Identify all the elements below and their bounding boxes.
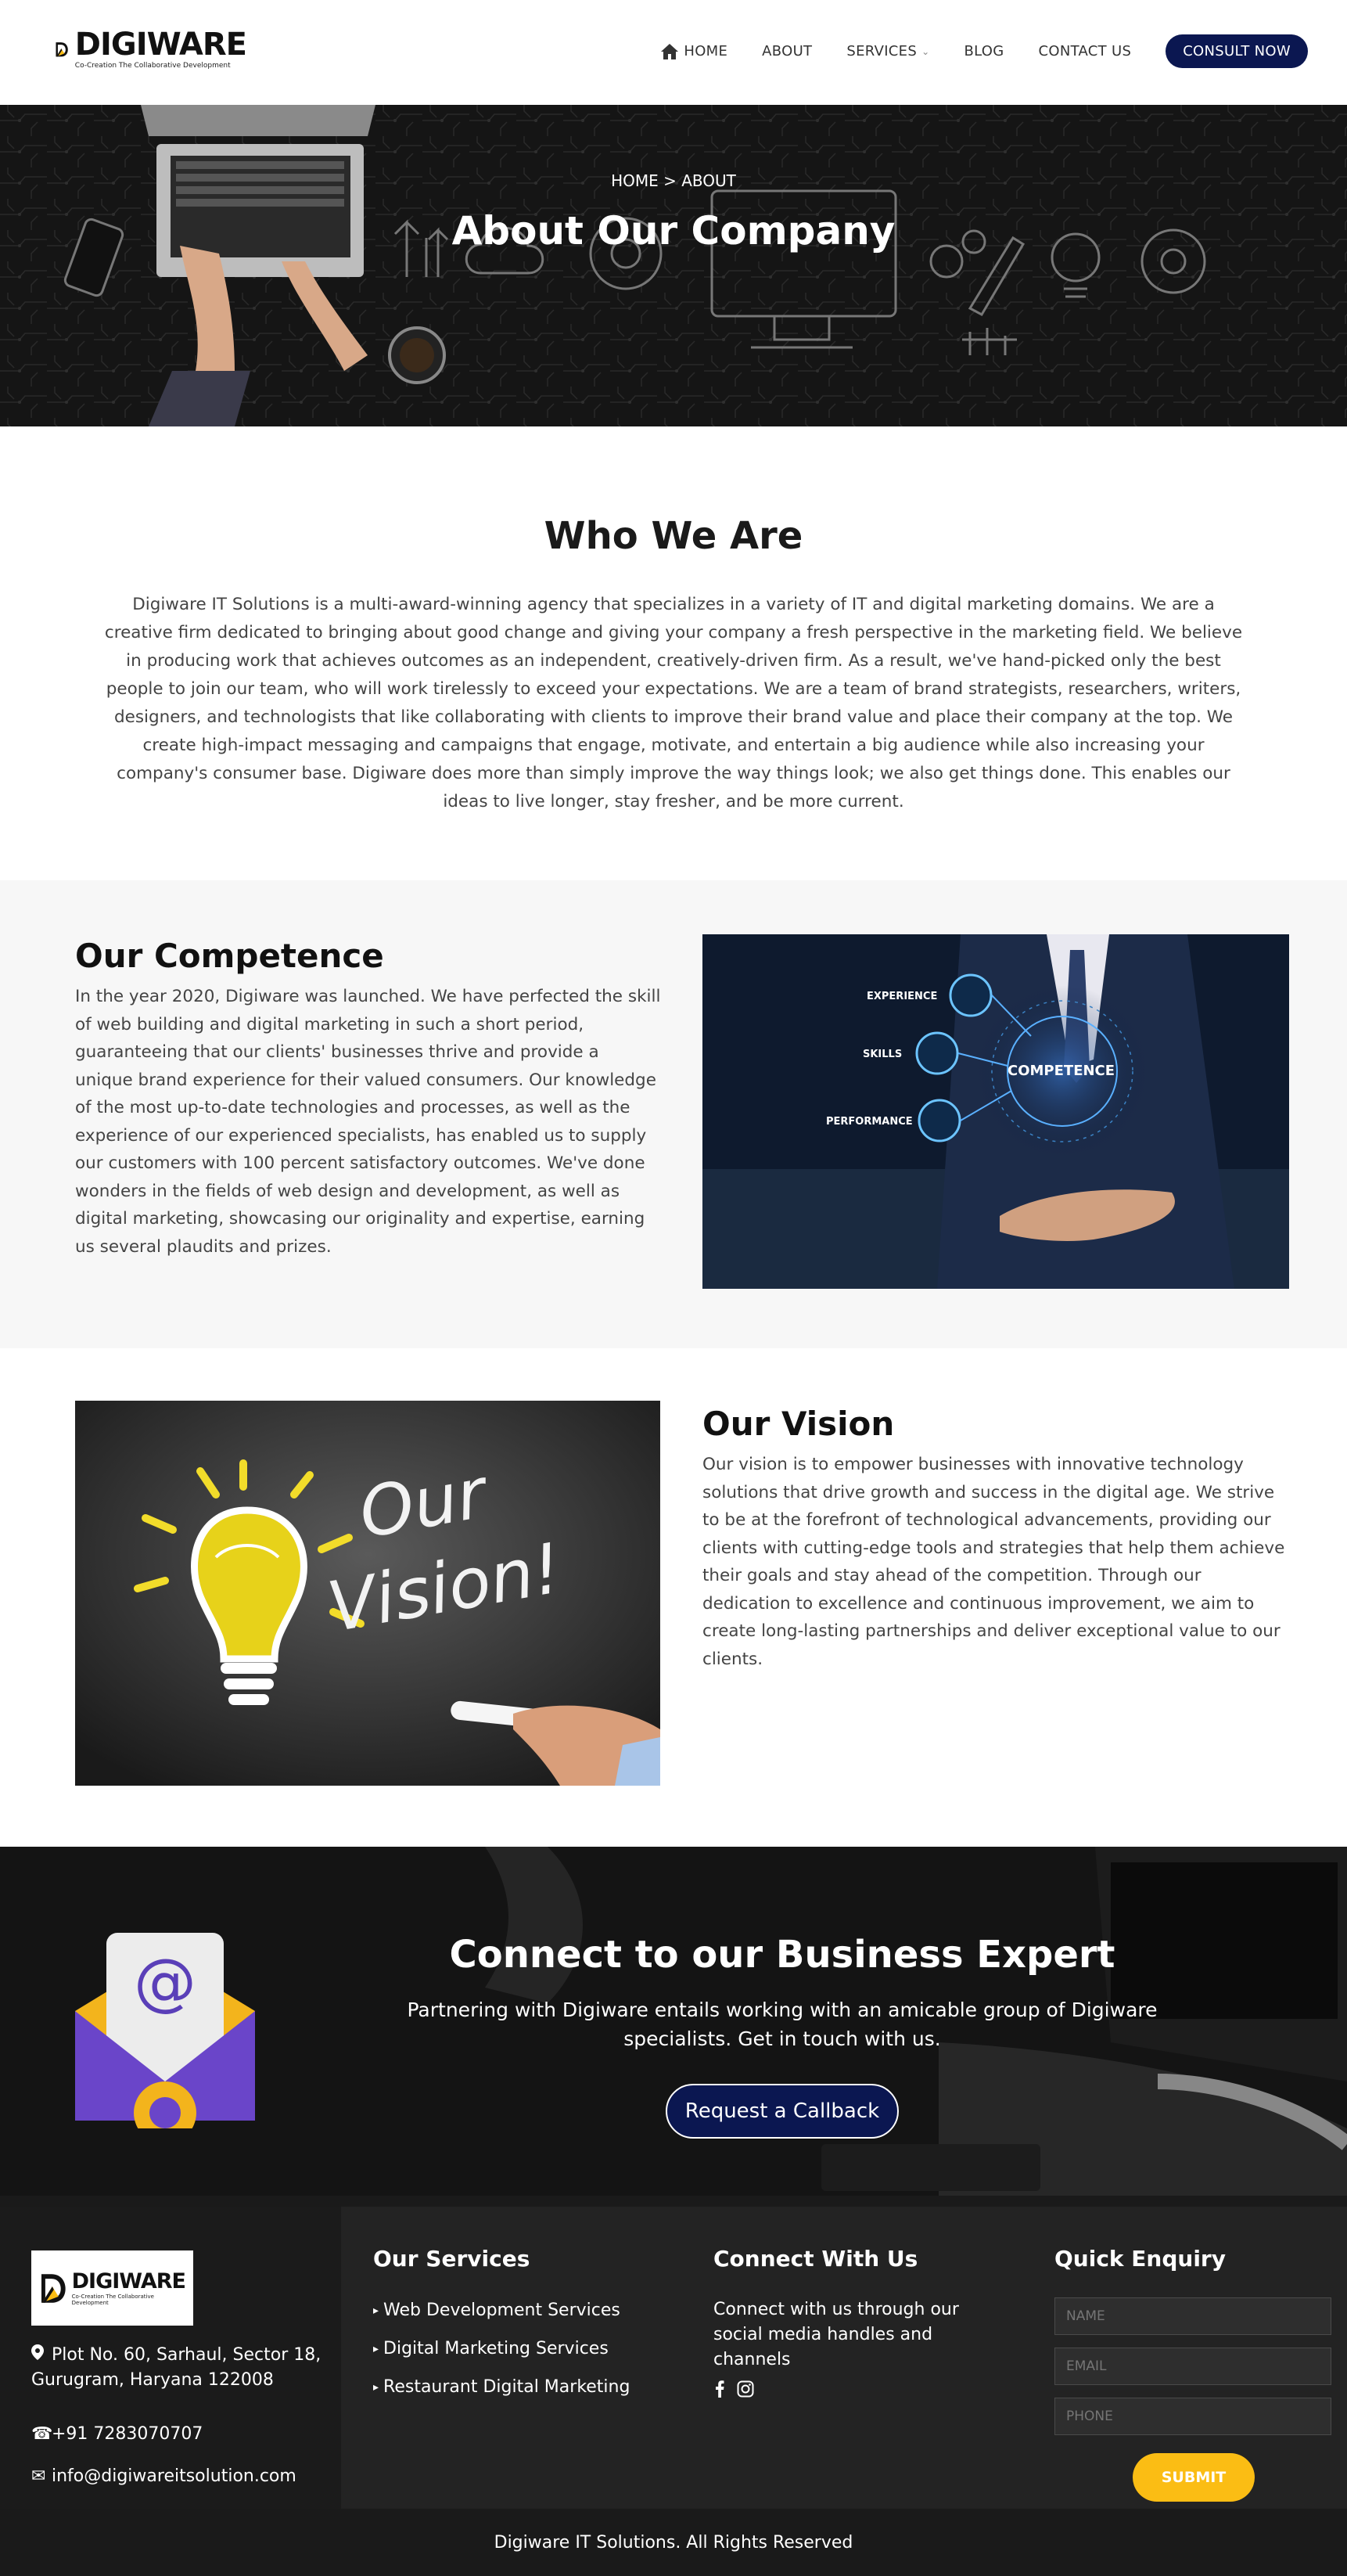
svg-text:@: @ [134,1945,196,2018]
services-heading: Our Services [373,2246,530,2272]
footer-phone-text: +91 7283070707 [52,2424,203,2444]
instagram-icon[interactable] [737,2380,754,2402]
nav-blog[interactable]: BLOG [964,43,1004,59]
breadcrumb-current: ABOUT [681,171,736,190]
hero-background-image [0,105,1347,426]
experience-label: EXPERIENCE [867,991,937,1002]
vision-title: Our Vision [702,1405,895,1443]
footer-logo[interactable]: DIGIWARE Co-Creation The Collaborative D… [31,2250,193,2326]
digiware-logo-icon [41,2274,66,2303]
digiware-logo-icon [56,42,68,57]
envelope-icon: ✉ [31,2466,46,2486]
nav-contact[interactable]: CONTACT US [1039,43,1132,59]
footer-address-text: Plot No. 60, Sarhaul, Sector 18, Gurugra… [31,2345,321,2390]
who-we-are-body: Digiware IT Solutions is a multi-award-w… [104,595,1243,811]
connect-description: Partnering with Digiware entails working… [407,1999,1158,2050]
quick-enquiry-heading: Quick Enquiry [1054,2246,1226,2272]
footer-brand-name: DIGIWARE [71,2268,186,2294]
phone-icon: ☎ [31,2424,53,2444]
connect-title: Connect to our Business Expert [449,1933,1115,1977]
request-callback-button[interactable]: Request a Callback [666,2084,899,2139]
breadcrumb-home[interactable]: HOME [611,171,659,190]
caret-right-icon: ▸ [373,2380,379,2394]
hero-banner: About Our Company HOME > ABOUT [0,105,1347,426]
brand-tagline: Co-Creation The Collaborative Developmen… [74,62,231,70]
nav-services-label: SERVICES [846,43,918,59]
competence-illustration: EXPERIENCE SKILLS PERFORMANCE COMPETENCE [702,934,1289,1289]
caret-right-icon: ▸ [373,2304,379,2317]
service-label: Restaurant Digital Marketing [383,2377,630,2397]
vision-illustration: Our Vision! [75,1401,660,1786]
site-footer: DIGIWARE Co-Creation The Collaborative D… [0,2196,1347,2509]
brand-name: DIGIWARE [74,27,247,63]
performance-label: PERFORMANCE [826,1116,913,1128]
footer-address: Plot No. 60, Sarhaul, Sector 18, Gurugra… [31,2343,329,2393]
email-input[interactable] [1054,2348,1331,2385]
competence-center-label: COMPETENCE [1008,1063,1115,1079]
site-logo[interactable]: DIGIWARE Co-Creation The Collaborative D… [55,17,247,81]
footer-email[interactable]: ✉ info@digiwareitsolution.com [31,2466,296,2486]
nav-home[interactable]: HOME [660,43,727,60]
nav-home-label: HOME [684,43,728,59]
email-envelope-icon: @ [75,1933,255,2128]
who-we-are-section: Who We Are Digiware IT Solutions is a mu… [0,426,1347,880]
footer-phone[interactable]: ☎+91 7283070707 [31,2424,203,2444]
phone-input[interactable] [1054,2398,1331,2435]
competence-title: Our Competence [75,937,384,975]
footer-contact-panel: DIGIWARE Co-Creation The Collaborative D… [0,2207,341,2509]
services-list: ▸ Web Development Services ▸ Digital Marke… [373,2301,630,2416]
consult-now-button[interactable]: CONSULT NOW [1166,34,1308,68]
chevron-down-icon: ⌄ [921,45,930,57]
site-header: DIGIWARE Co-Creation The Collaborative D… [0,0,1347,105]
main-nav: HOME ABOUT SERVICES ⌄ BLOG CONTACT US CO… [660,34,1308,68]
who-we-are-title: Who We Are [544,514,803,558]
service-link-web-development[interactable]: ▸ Web Development Services [373,2301,630,2320]
breadcrumb-separator: > [663,171,677,190]
connect-with-us-heading: Connect With Us [713,2246,918,2272]
service-label: Web Development Services [383,2301,620,2320]
skills-label: SKILLS [863,1049,902,1060]
submit-button[interactable]: SUBMIT [1133,2453,1255,2502]
vision-section: Our Vision! Our Vision Our vision is to … [0,1348,1347,1847]
breadcrumb: HOME > ABOUT [0,171,1347,190]
connect-with-us-text: Connect with us through our social media… [713,2300,959,2369]
competence-image: EXPERIENCE SKILLS PERFORMANCE COMPETENCE [702,934,1289,1289]
copyright-bar: Digiware IT Solutions. All Rights Reserv… [0,2509,1347,2576]
nav-about[interactable]: ABOUT [762,43,812,59]
competence-section: Our Competence In the year 2020, Digiwar… [0,880,1347,1348]
page-title: About Our Company [451,208,896,254]
map-pin-icon [31,2343,48,2368]
name-input[interactable] [1054,2297,1331,2335]
connect-section: @ Connect to our Business Expert Partner… [0,1847,1347,2196]
caret-right-icon: ▸ [373,2342,379,2355]
competence-body: In the year 2020, Digiware was launched.… [75,987,661,1257]
facebook-icon[interactable] [715,2380,724,2402]
home-icon [661,43,679,59]
vision-body: Our vision is to empower businesses with… [702,1455,1285,1669]
service-link-digital-marketing[interactable]: ▸ Digital Marketing Services [373,2339,630,2358]
vision-image: Our Vision! [75,1401,660,1786]
footer-brand-tagline: Co-Creation The Collaborative Developmen… [71,2293,154,2306]
copyright-text: Digiware IT Solutions. All Rights Reserv… [494,2532,853,2553]
service-label: Digital Marketing Services [383,2339,609,2358]
social-links [715,2380,754,2402]
service-link-restaurant-marketing[interactable]: ▸ Restaurant Digital Marketing [373,2377,630,2397]
footer-email-text: info@digiwareitsolution.com [52,2466,296,2486]
nav-services[interactable]: SERVICES ⌄ [846,43,929,59]
